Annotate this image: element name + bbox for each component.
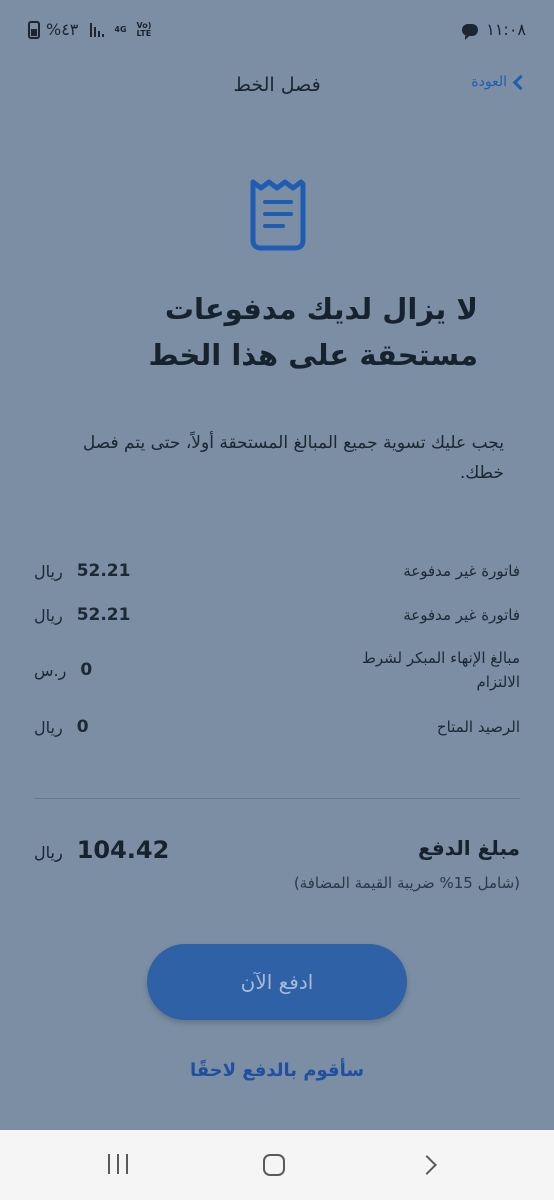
charge-currency: ريال: [34, 717, 63, 737]
page-title: فصل الخط: [233, 74, 321, 96]
charge-currency: ريال: [34, 561, 63, 581]
charge-label: الرصيد المتاح: [436, 718, 520, 736]
outstanding-headline: لا يزال لديك مدفوعات مستحقة على هذا الخط: [148, 292, 478, 372]
battery-percent: %٤٣: [46, 20, 79, 39]
charge-amount: 0: [80, 660, 93, 680]
charge-amount: 0: [76, 717, 89, 737]
clock: ١١:٠٨: [486, 20, 526, 39]
charge-label: فاتورة غير مدفوعة: [403, 562, 520, 580]
total-currency: ريال: [34, 843, 63, 862]
screen: %٤٣ 4G Vo) LTE ١١:٠٨ العودة فصل الخط لا …: [0, 0, 554, 1200]
charge-value: ريال 0: [34, 717, 89, 737]
charge-amount: 52.21: [76, 561, 131, 581]
charge-row: فاتورة غير مدفوعة ريال 52.21: [34, 596, 520, 634]
total-value: ريال 104.42: [34, 836, 169, 864]
receipt-icon: [247, 178, 309, 252]
vat-note: (شامل 15% ضريبة القيمة المضافة): [293, 874, 520, 892]
chat-bubble-icon: [462, 23, 479, 40]
total-label: مبلغ الدفع: [417, 836, 520, 860]
pay-now-button[interactable]: ادفع الآن: [147, 944, 407, 1020]
header: العودة فصل الخط: [0, 62, 554, 112]
system-nav-bar: [0, 1130, 554, 1200]
recents-icon[interactable]: [108, 1154, 128, 1174]
charge-label: مبالغ الإنهاء المبكر لشرط الالتزام: [361, 649, 520, 691]
charge-currency: ريال: [34, 605, 63, 625]
charge-row: مبالغ الإنهاء المبكر لشرط الالتزام ر.س 0: [34, 642, 520, 698]
status-left: %٤٣ 4G Vo) LTE: [28, 20, 161, 39]
signal-icon: [90, 22, 105, 37]
home-icon[interactable]: [263, 1154, 285, 1176]
charge-value: ر.س 0: [34, 660, 92, 680]
charge-value: ريال 52.21: [34, 605, 130, 625]
charge-row: الرصيد المتاح ريال 0: [34, 708, 520, 746]
charge-value: ريال 52.21: [34, 561, 130, 581]
status-right: ١١:٠٨: [462, 20, 526, 40]
network-4g: 4G: [114, 24, 127, 34]
charges-list: فاتورة غير مدفوعة ريال 52.21 فاتورة غير …: [34, 552, 520, 746]
pay-later-link[interactable]: سأقوم بالدفع لاحقًا: [0, 1060, 554, 1081]
divider: [34, 798, 520, 799]
charge-currency: ر.س: [34, 660, 67, 680]
charge-row: فاتورة غير مدفوعة ريال 52.21: [34, 552, 520, 590]
total-amount: 104.42: [76, 836, 170, 864]
battery-icon: [28, 20, 40, 39]
charge-label: فاتورة غير مدفوعة: [403, 606, 520, 624]
charge-amount: 52.21: [76, 605, 131, 625]
settle-description: يجب عليك تسوية جميع المبالغ المستحقة أول…: [82, 433, 504, 483]
back-nav-icon[interactable]: [417, 1155, 437, 1175]
network-lte: Vo) LTE: [136, 20, 152, 38]
status-bar: %٤٣ 4G Vo) LTE ١١:٠٨: [0, 0, 554, 60]
